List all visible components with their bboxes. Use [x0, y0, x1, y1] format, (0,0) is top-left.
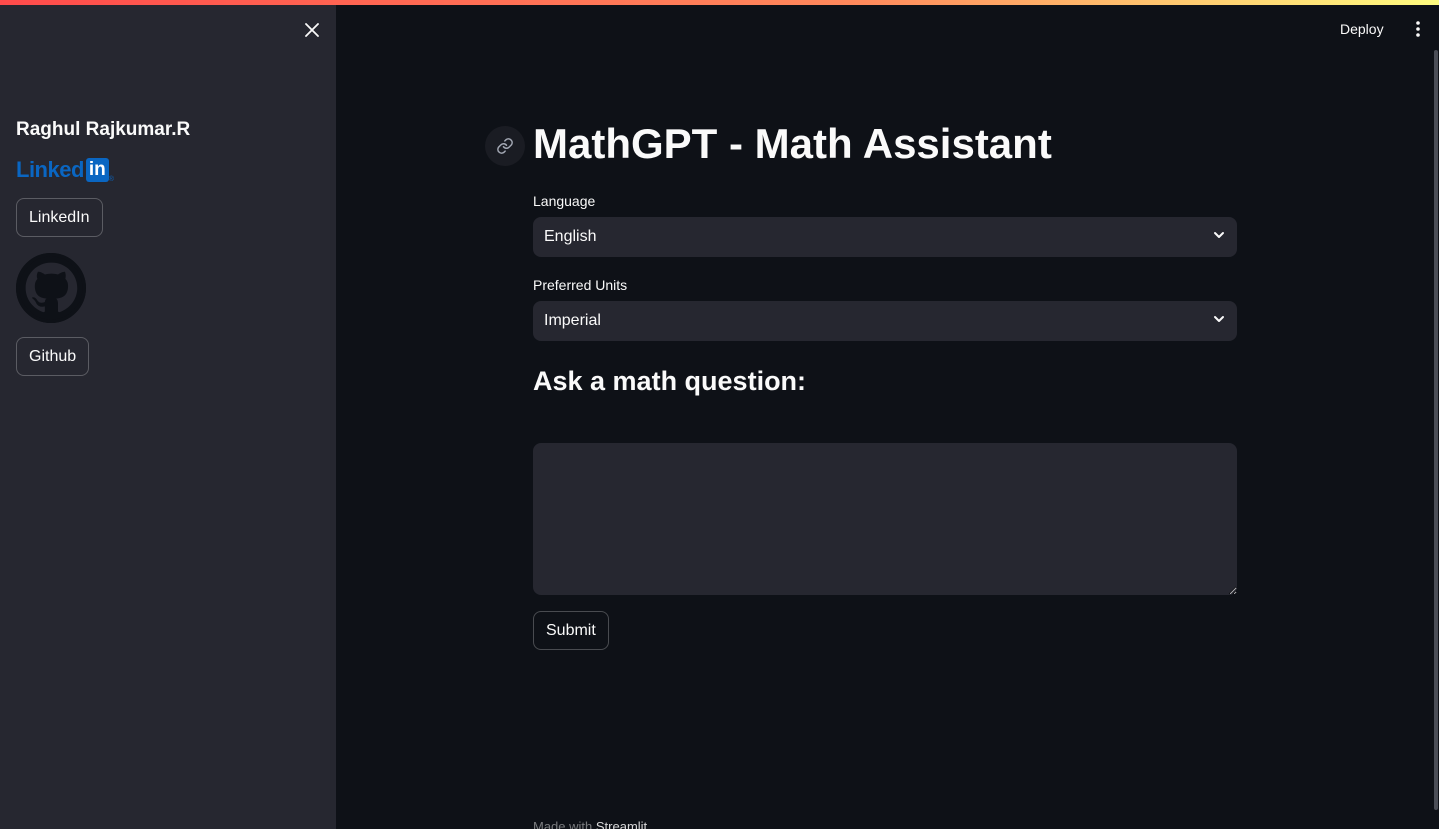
close-icon[interactable]	[302, 20, 322, 40]
question-heading: Ask a math question:	[533, 366, 807, 396]
question-textarea[interactable]	[533, 443, 1237, 595]
top-decoration-bar	[0, 0, 1439, 5]
github-button[interactable]: Github	[16, 337, 90, 376]
page-title: MathGPT - Math Assistant	[533, 120, 1052, 167]
linkedin-button[interactable]: LinkedIn	[16, 198, 103, 237]
deploy-button[interactable]: Deploy	[1340, 17, 1384, 41]
units-value: Imperial	[544, 312, 601, 329]
sidebar: Raghul Rajkumar.R Linked in ® LinkedIn G…	[0, 0, 336, 829]
scrollbar[interactable]	[1434, 50, 1438, 810]
more-vertical-icon[interactable]	[1408, 17, 1428, 41]
language-select[interactable]: English	[533, 217, 1237, 257]
author-name: Raghul Rajkumar.R	[16, 119, 191, 140]
submit-button[interactable]: Submit	[533, 611, 609, 650]
units-select[interactable]: Imperial	[533, 301, 1237, 341]
github-icon	[16, 253, 86, 323]
linkedin-logo: Linked in ®	[16, 157, 114, 183]
streamlit-link[interactable]: Streamlit	[596, 819, 647, 829]
footer: Made with Streamlit	[533, 819, 647, 829]
chevron-down-icon	[1213, 312, 1225, 330]
language-value: English	[544, 228, 597, 245]
units-label: Preferred Units	[533, 277, 628, 293]
footer-prefix: Made with	[533, 819, 593, 829]
language-label: Language	[533, 193, 596, 209]
link-icon[interactable]	[485, 126, 525, 166]
chevron-down-icon	[1213, 228, 1225, 246]
